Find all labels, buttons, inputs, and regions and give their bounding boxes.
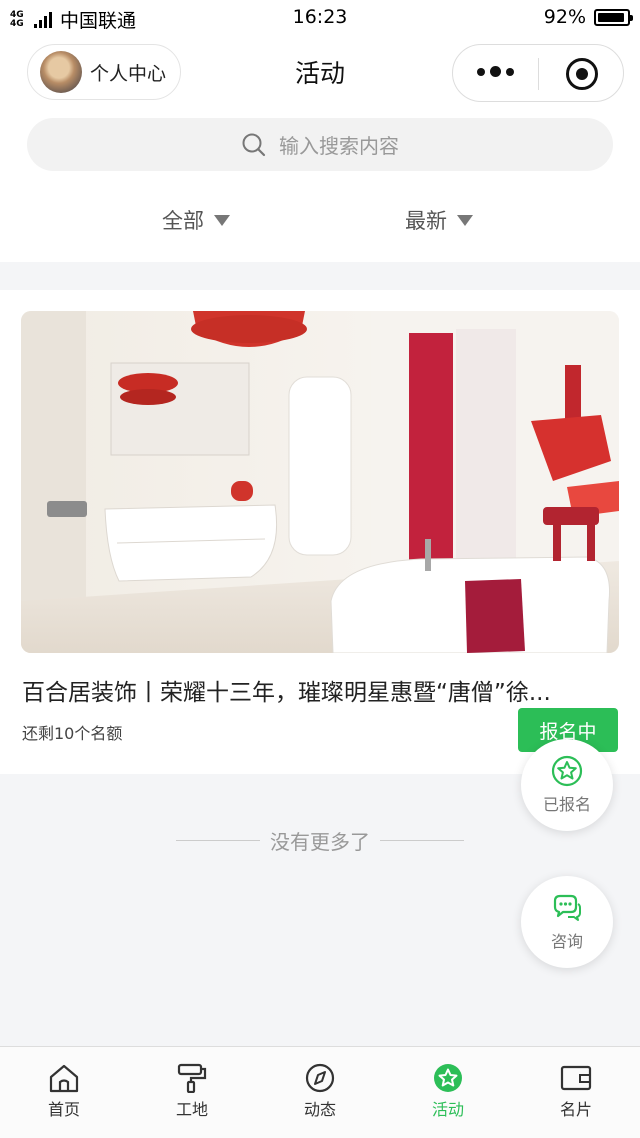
dropdown-arrow-icon (457, 214, 473, 226)
consult-label: 咨询 (550, 932, 583, 951)
filter-category-dropdown[interactable]: 全部 (162, 205, 230, 235)
registered-label: 已报名 (542, 795, 591, 814)
bottom-tab-bar: 首页 工地 动态 活动 名片 (0, 1046, 640, 1138)
compass-icon (305, 1063, 335, 1093)
capsule-divider (538, 58, 539, 90)
divider-line (176, 840, 260, 841)
consult-floating-button[interactable]: 咨询 (521, 876, 613, 968)
search-icon (242, 133, 266, 156)
list-end-indicator: 没有更多了 (0, 826, 640, 855)
search-input[interactable]: 输入搜索内容 (27, 118, 613, 171)
status-bar: 4G 4G 中国联通 16:23 92% (0, 0, 640, 34)
star-icon (434, 1064, 462, 1092)
wallet-icon (560, 1065, 592, 1091)
filter-category-label: 全部 (162, 209, 204, 233)
tab-card[interactable]: 名片 (512, 1047, 640, 1138)
divider-line (380, 840, 464, 841)
close-target-icon[interactable] (566, 58, 598, 90)
battery-percent: 92% (543, 6, 586, 28)
activity-card[interactable]: 百合居装饰丨荣耀十三年，璀璨明星惠暨“唐僧”徐... 还剩10个名额 报名中 (0, 290, 640, 774)
activity-cover-image[interactable] (21, 311, 619, 653)
activity-title[interactable]: 百合居装饰丨荣耀十三年，璀璨明星惠暨“唐僧”徐... (22, 673, 622, 707)
tab-site-label: 工地 (175, 1100, 208, 1119)
more-icon[interactable] (477, 66, 519, 77)
miniprogram-capsule (452, 44, 624, 102)
tab-card-label: 名片 (559, 1100, 592, 1119)
tab-home[interactable]: 首页 (0, 1047, 128, 1138)
tab-feed[interactable]: 动态 (256, 1047, 384, 1138)
dropdown-arrow-icon (214, 214, 230, 226)
chat-icon (553, 894, 581, 921)
tab-activity[interactable]: 活动 (384, 1047, 512, 1138)
search-placeholder: 输入搜索内容 (279, 134, 399, 158)
tab-site[interactable]: 工地 (128, 1047, 256, 1138)
filter-sort-label: 最新 (405, 209, 447, 233)
registered-floating-button[interactable]: 已报名 (521, 739, 613, 831)
filter-sort-dropdown[interactable]: 最新 (405, 205, 473, 235)
battery-area: 92% (543, 6, 633, 28)
tab-home-label: 首页 (47, 1100, 80, 1119)
paint-roller-icon (177, 1063, 207, 1093)
star-circle-icon (551, 755, 583, 787)
no-more-label: 没有更多了 (270, 830, 370, 854)
battery-icon (594, 8, 633, 26)
activity-quota: 还剩10个名额 (22, 724, 123, 743)
tab-activity-label: 活动 (431, 1100, 464, 1119)
tab-feed-label: 动态 (303, 1100, 336, 1119)
home-icon (49, 1064, 79, 1093)
